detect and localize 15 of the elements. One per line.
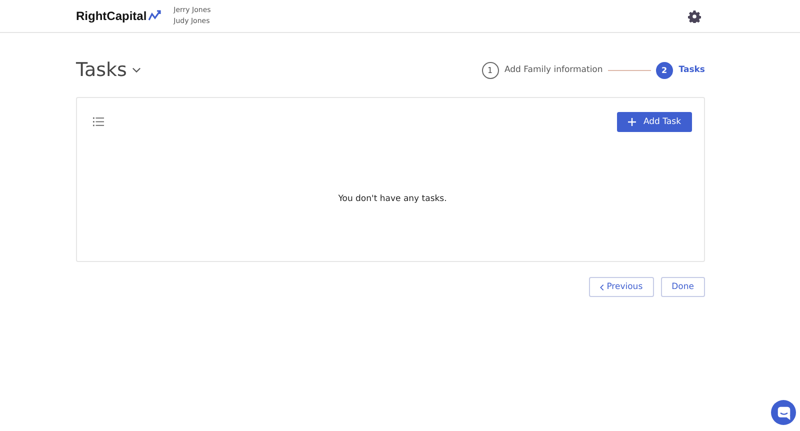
settings-icon[interactable] (688, 10, 701, 22)
chat-button[interactable] (771, 400, 796, 425)
list-icon[interactable] (93, 117, 104, 127)
page-title: Tasks (76, 59, 127, 81)
previous-button[interactable]: Previous (588, 277, 654, 297)
step[interactable]: 2 Tasks (656, 62, 705, 78)
logo[interactable]: RightCapital (76, 9, 162, 23)
plus-icon (628, 118, 636, 126)
chat-bubble-icon (776, 406, 790, 420)
step[interactable]: 1 Add Family information (482, 62, 603, 78)
done-button[interactable]: Done (660, 277, 705, 297)
chevron-left-icon (600, 284, 604, 290)
caret-icon[interactable] (132, 67, 141, 73)
empty-message: You don't have any tasks. (337, 194, 448, 204)
add-task-button[interactable]: Add Task (617, 112, 692, 132)
